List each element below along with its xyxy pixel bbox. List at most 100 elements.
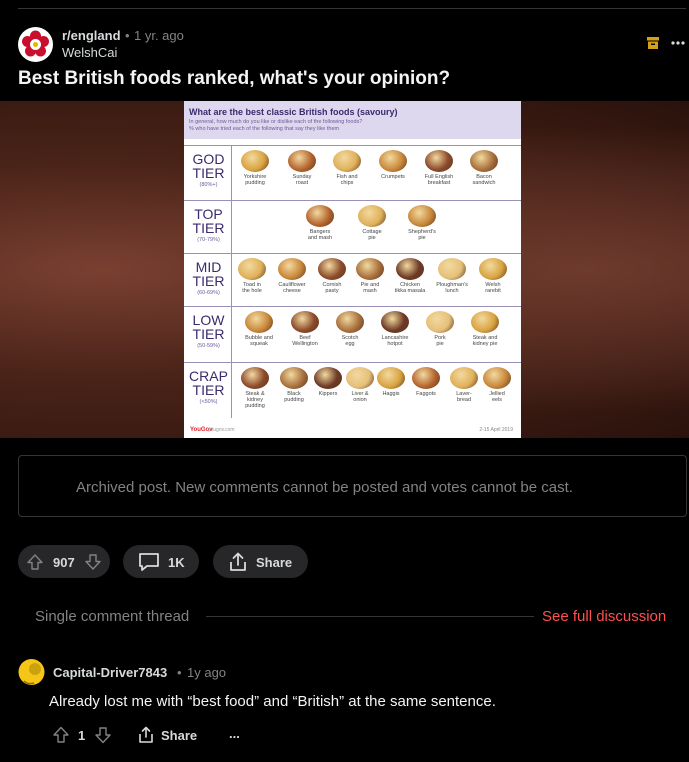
food-item: Steak and kidney pie: [465, 311, 505, 347]
vote-pill: 907: [18, 545, 110, 578]
chart-source-url: yougov.com: [208, 427, 235, 433]
food-item: Steak & kidney pudding: [235, 367, 275, 409]
food-item: Ploughman's lunch: [432, 258, 472, 294]
food-image: [291, 311, 319, 333]
food-image: [241, 367, 269, 389]
food-item: Pie and mash: [350, 258, 390, 294]
comment-share-label: Share: [161, 727, 198, 743]
food-name: Steak & kidney pudding: [245, 391, 265, 409]
tier-row: MID TIER (60-69%) Toad in the hole Cauliflo…: [184, 253, 521, 306]
food-image: [356, 258, 384, 280]
food-image: [238, 258, 266, 280]
archived-notice: Archived post. New comments cannot be po…: [18, 455, 687, 517]
post-timestamp: 1 yr. ago: [134, 28, 184, 43]
food-name: Cottage pie: [362, 229, 382, 241]
food-item: Bubble and squeak: [239, 311, 279, 347]
food-image: [438, 258, 466, 280]
tier-name: GOD TIER: [192, 151, 225, 181]
food-item: Jellied eels: [477, 367, 517, 403]
upvote-icon[interactable]: [26, 553, 44, 571]
food-image: [381, 311, 409, 333]
food-name: Bacon sandwich: [472, 174, 496, 186]
food-image: [483, 367, 511, 389]
food-image: [379, 150, 407, 172]
post-header: r/england • 1 yr. ago WelshCai: [18, 26, 686, 62]
chart-title: What are the best classic British foods …: [189, 107, 398, 117]
separator-dot: •: [125, 28, 130, 43]
food-item: Scotch egg: [330, 311, 370, 347]
comment-icon: [138, 551, 160, 573]
food-name: Bubble and squeak: [245, 335, 273, 347]
food-name: Cornish pasty: [322, 282, 342, 294]
tier-percentage: (60-69%): [197, 290, 220, 296]
see-full-discussion-link[interactable]: See full discussion: [542, 608, 666, 625]
tier-row: LOW TIER (50-59%) Bubble and squeak Beef We…: [184, 306, 521, 362]
more-options-icon[interactable]: [670, 35, 686, 51]
tier-percentage: (<50%): [199, 399, 218, 405]
food-name: Cauliflower cheese: [278, 282, 306, 294]
food-item: Full English breakfast: [419, 150, 459, 186]
food-name: Pork pie: [434, 335, 446, 347]
separator-dot: •: [177, 665, 182, 680]
food-name: Chicken tikka masala: [394, 282, 426, 294]
post-author[interactable]: WelshCai: [62, 45, 117, 60]
comment-avatar[interactable]: [18, 655, 45, 689]
food-tier-infographic: What are the best classic British foods …: [184, 101, 521, 438]
comment-timestamp: 1y ago: [187, 665, 227, 680]
post-title[interactable]: Best British foods ranked, what's your o…: [18, 68, 450, 90]
comment-more-options[interactable]: ...: [229, 726, 240, 741]
subreddit-name[interactable]: r/england: [62, 28, 121, 43]
food-item: Sunday roast: [282, 150, 322, 186]
food-image: [306, 205, 334, 227]
food-image: [358, 205, 386, 227]
food-image: [425, 150, 453, 172]
food-item: Chicken tikka masala: [390, 258, 430, 294]
archive-icon: [647, 37, 659, 49]
post-media[interactable]: What are the best classic British foods …: [0, 101, 689, 438]
subreddit-avatar[interactable]: [18, 27, 53, 62]
food-name: Shepherd's pie: [408, 229, 436, 241]
tier-percentage: (50-59%): [197, 343, 220, 349]
food-image: [470, 150, 498, 172]
food-image: [278, 258, 306, 280]
food-image: [408, 205, 436, 227]
food-item: Cornish pasty: [312, 258, 352, 294]
food-name: Sunday roast: [292, 174, 312, 186]
comment-downvote-icon[interactable]: [94, 725, 112, 745]
tier-percentage: (80%+): [199, 182, 218, 188]
food-image: [245, 311, 273, 333]
comments-button[interactable]: 1K: [123, 545, 199, 578]
food-item: Toad in the hole: [232, 258, 272, 294]
chart-header: What are the best classic British foods …: [184, 101, 521, 139]
food-image: [450, 367, 478, 389]
food-name: Full English breakfast: [424, 174, 454, 186]
comment-upvote-icon[interactable]: [52, 725, 70, 745]
food-image: [426, 311, 454, 333]
tier-label: CRAP TIER (<50%): [186, 363, 232, 418]
share-icon: [227, 551, 249, 573]
tier-label: MID TIER (60-69%): [186, 254, 232, 306]
food-item: Lancashire hotpot: [375, 311, 415, 347]
tudor-rose-icon: [18, 27, 53, 62]
thread-divider: [206, 616, 534, 617]
food-name: Bangers and mash: [307, 229, 333, 241]
comment-vote-count: 1: [78, 728, 86, 743]
share-button[interactable]: Share: [213, 545, 308, 578]
food-image: [412, 367, 440, 389]
food-item: Cottage pie: [352, 205, 392, 241]
food-name: Ploughman's lunch: [436, 282, 468, 294]
food-image: [479, 258, 507, 280]
comment-body: Already lost me with “best food” and “Br…: [49, 693, 496, 710]
chart-date: 2-15 April 2019: [479, 427, 513, 433]
tier-row: CRAP TIER (<50%) Steak & kidney pudding Bla…: [184, 362, 521, 418]
comment-author[interactable]: Capital-Driver7843: [53, 665, 167, 680]
food-image: [346, 367, 374, 389]
food-image: [280, 367, 308, 389]
comment-share-button[interactable]: Share: [137, 725, 197, 745]
tier-label: TOP TIER (70-79%): [186, 201, 232, 253]
food-item: Shepherd's pie: [402, 205, 442, 241]
food-item: Bacon sandwich: [464, 150, 504, 186]
food-image: [336, 311, 364, 333]
food-image: [333, 150, 361, 172]
downvote-icon[interactable]: [84, 553, 102, 571]
